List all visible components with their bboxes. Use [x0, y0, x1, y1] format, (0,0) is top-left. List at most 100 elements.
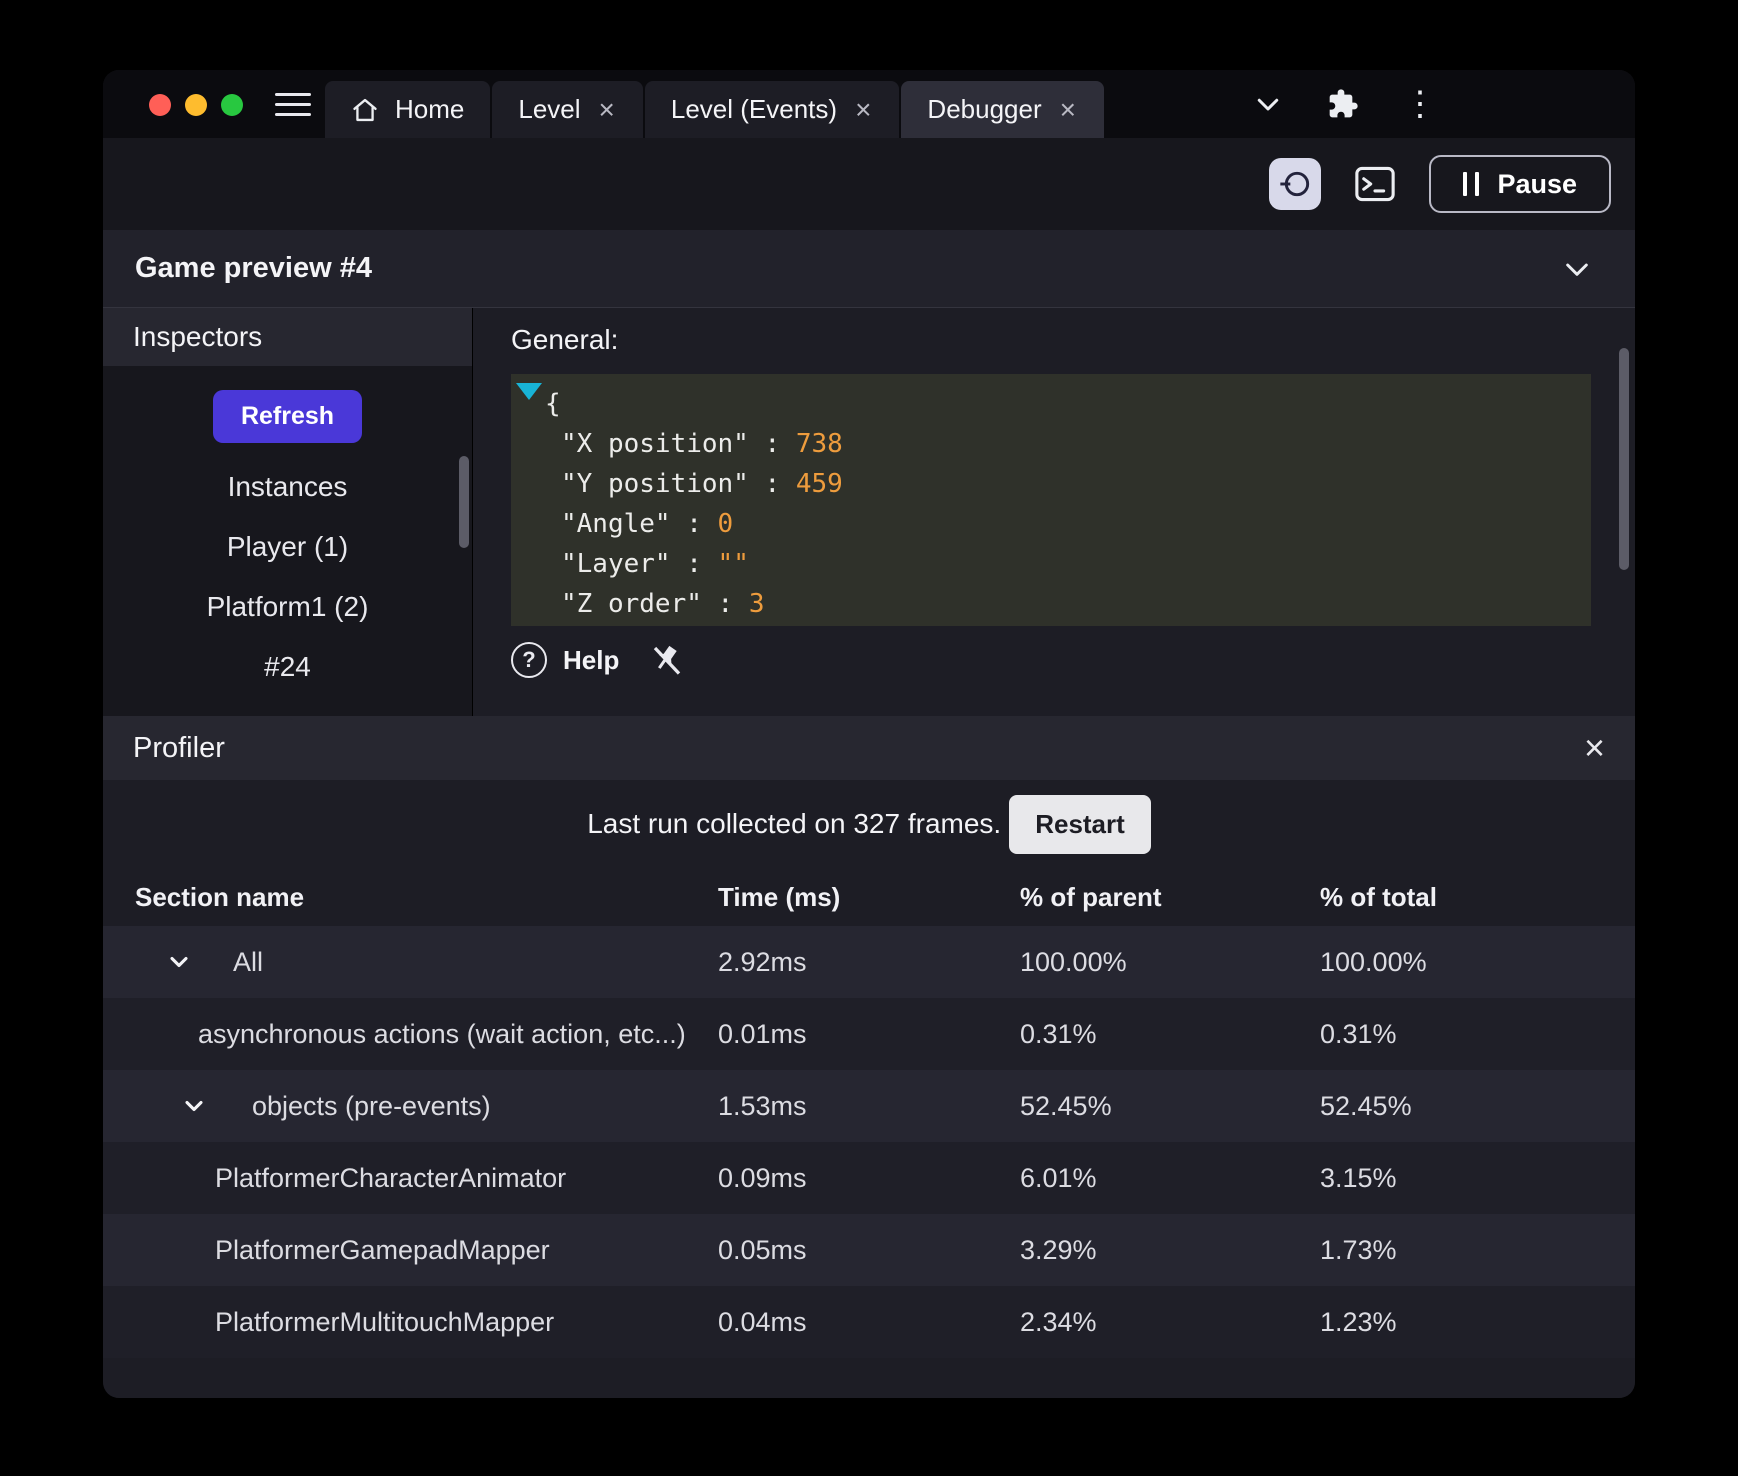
tab-strip: Home Level × Level (Events) × Debugger × — [325, 81, 1106, 138]
percent-total-cell: 0.31% — [1320, 1018, 1397, 1049]
tab-bar: Home Level × Level (Events) × Debugger × — [103, 70, 1635, 138]
profiler-row-gamepad-mapper[interactable]: PlatformerGamepadMapper 0.05ms 3.29% 1.7… — [103, 1214, 1635, 1286]
debugger-toolbar: Pause — [103, 138, 1635, 230]
inspectors-title: Inspectors — [103, 308, 472, 366]
game-preview-title: Game preview #4 — [135, 252, 372, 284]
code-line: "X position" : 738 — [561, 429, 843, 459]
pause-button[interactable]: Pause — [1429, 155, 1611, 213]
general-title: General: — [511, 324, 619, 355]
collapse-chevron-icon[interactable] — [1561, 253, 1593, 285]
tab-level[interactable]: Level × — [492, 81, 643, 138]
tab-level-events[interactable]: Level (Events) × — [644, 81, 900, 138]
inspectors-tree: Refresh Instances Player (1) Platform1 (… — [103, 366, 472, 697]
time-cell: 0.09ms — [718, 1162, 807, 1193]
profiler-title: Profiler — [133, 731, 225, 764]
code-line: { — [545, 389, 561, 419]
tab-label: Debugger — [927, 94, 1042, 124]
profiler-status-text: Last run collected on 327 frames. — [587, 808, 1002, 839]
time-cell: 2.92ms — [718, 946, 807, 977]
percent-parent-cell: 6.01% — [1020, 1162, 1097, 1193]
collapse-triangle-icon[interactable] — [516, 383, 542, 400]
console-button[interactable] — [1351, 162, 1399, 206]
chevron-down-icon[interactable] — [180, 1092, 208, 1120]
close-icon[interactable]: × — [1058, 95, 1078, 124]
inspector-json-view: { "X position" : 738 "Y position" : 459 … — [511, 374, 1591, 626]
percent-total-cell: 1.23% — [1320, 1306, 1397, 1337]
column-time: Time (ms) — [718, 881, 841, 912]
general-panel: General: { "X position" : 738 "Y positio… — [473, 308, 1635, 716]
tree-item-player[interactable]: Player (1) — [227, 517, 348, 577]
time-cell: 1.53ms — [718, 1090, 807, 1121]
code-line: "Z order" : 3 — [561, 589, 765, 619]
chevron-down-icon[interactable] — [1253, 89, 1283, 119]
general-scrollbar[interactable] — [1619, 348, 1629, 570]
percent-total-cell: 3.15% — [1320, 1162, 1397, 1193]
time-cell: 0.04ms — [718, 1306, 807, 1337]
traffic-lights — [149, 94, 243, 116]
percent-total-cell: 52.45% — [1320, 1090, 1412, 1121]
code-line: "Angle" : 0 — [561, 509, 734, 539]
percent-parent-cell: 2.34% — [1020, 1306, 1097, 1337]
profiler-rows: All 2.92ms 100.00% 100.00% asynchronous … — [103, 926, 1635, 1358]
tab-label: Level (Events) — [670, 94, 838, 124]
menu-icon[interactable] — [275, 89, 311, 119]
restart-button[interactable]: Restart — [1009, 794, 1151, 854]
debugger-split: Inspectors Refresh Instances Player (1) … — [103, 308, 1635, 716]
profiler-column-headers: Section name Time (ms) % of parent % of … — [103, 868, 1635, 926]
extensions-puzzle-icon[interactable] — [1327, 88, 1359, 120]
profiler-status-row: Last run collected on 327 frames. Restar… — [103, 780, 1635, 868]
tab-home[interactable]: Home — [325, 81, 491, 138]
profiler-header: Profiler × — [103, 716, 1635, 780]
help-label[interactable]: Help — [563, 645, 619, 676]
percent-parent-cell: 3.29% — [1020, 1234, 1097, 1265]
speed-circle-icon — [1280, 171, 1310, 197]
terminal-icon — [1355, 166, 1396, 202]
close-icon[interactable]: × — [853, 95, 873, 124]
tab-label: Home — [395, 94, 465, 124]
maximize-window-button[interactable] — [221, 94, 243, 116]
pause-icon — [1463, 172, 1480, 196]
close-profiler-icon[interactable]: × — [1584, 730, 1605, 766]
window-actions: ⋮ — [1253, 70, 1437, 138]
chevron-down-icon[interactable] — [165, 948, 193, 976]
profiler-row-character-animator[interactable]: PlatformerCharacterAnimator 0.09ms 6.01%… — [103, 1142, 1635, 1214]
refresh-button[interactable]: Refresh — [212, 390, 363, 443]
close-icon[interactable]: × — [597, 95, 617, 124]
app-window: Home Level × Level (Events) × Debugger × — [103, 70, 1635, 1398]
unpin-button[interactable] — [649, 642, 685, 678]
pin-off-icon — [654, 645, 681, 675]
column-percent-parent: % of parent — [1020, 881, 1162, 912]
pause-label: Pause — [1497, 168, 1577, 199]
section-name-cell: asynchronous actions (wait action, etc..… — [198, 1018, 686, 1049]
column-percent-total: % of total — [1320, 881, 1437, 912]
inspectors-scrollbar[interactable] — [459, 456, 469, 548]
minimize-window-button[interactable] — [185, 94, 207, 116]
section-name-cell: PlatformerGamepadMapper — [215, 1234, 550, 1265]
profiler-row-async-actions[interactable]: asynchronous actions (wait action, etc..… — [103, 998, 1635, 1070]
home-icon — [351, 97, 379, 123]
speed-control-button[interactable] — [1269, 158, 1322, 210]
tree-item-instances[interactable]: Instances — [228, 457, 348, 517]
section-name-cell: PlatformerMultitouchMapper — [215, 1306, 555, 1337]
time-cell: 0.01ms — [718, 1018, 807, 1049]
tab-label: Level — [518, 94, 581, 124]
profiler-row-objects-pre-events[interactable]: objects (pre-events) 1.53ms 52.45% 52.45… — [103, 1070, 1635, 1142]
section-name-cell: All — [135, 947, 718, 978]
close-window-button[interactable] — [149, 94, 171, 116]
profiler-row-multitouch-mapper[interactable]: PlatformerMultitouchMapper 0.04ms 2.34% … — [103, 1286, 1635, 1358]
more-options-icon[interactable]: ⋮ — [1403, 87, 1437, 121]
profiler-row-all[interactable]: All 2.92ms 100.00% 100.00% — [103, 926, 1635, 998]
inspectors-panel: Inspectors Refresh Instances Player (1) … — [103, 308, 473, 716]
help-icon[interactable]: ? — [511, 642, 547, 678]
column-section-name: Section name — [135, 881, 305, 912]
tree-item-instance-24[interactable]: #24 — [264, 637, 311, 697]
tree-item-platform1[interactable]: Platform1 (2) — [207, 577, 369, 637]
tab-debugger[interactable]: Debugger × — [901, 81, 1104, 138]
section-name-cell: objects (pre-events) — [135, 1091, 718, 1122]
percent-parent-cell: 100.00% — [1020, 946, 1127, 977]
percent-parent-cell: 0.31% — [1020, 1018, 1097, 1049]
section-name-cell: PlatformerCharacterAnimator — [215, 1162, 567, 1193]
percent-total-cell: 1.73% — [1320, 1234, 1397, 1265]
percent-parent-cell: 52.45% — [1020, 1090, 1112, 1121]
time-cell: 0.05ms — [718, 1234, 807, 1265]
